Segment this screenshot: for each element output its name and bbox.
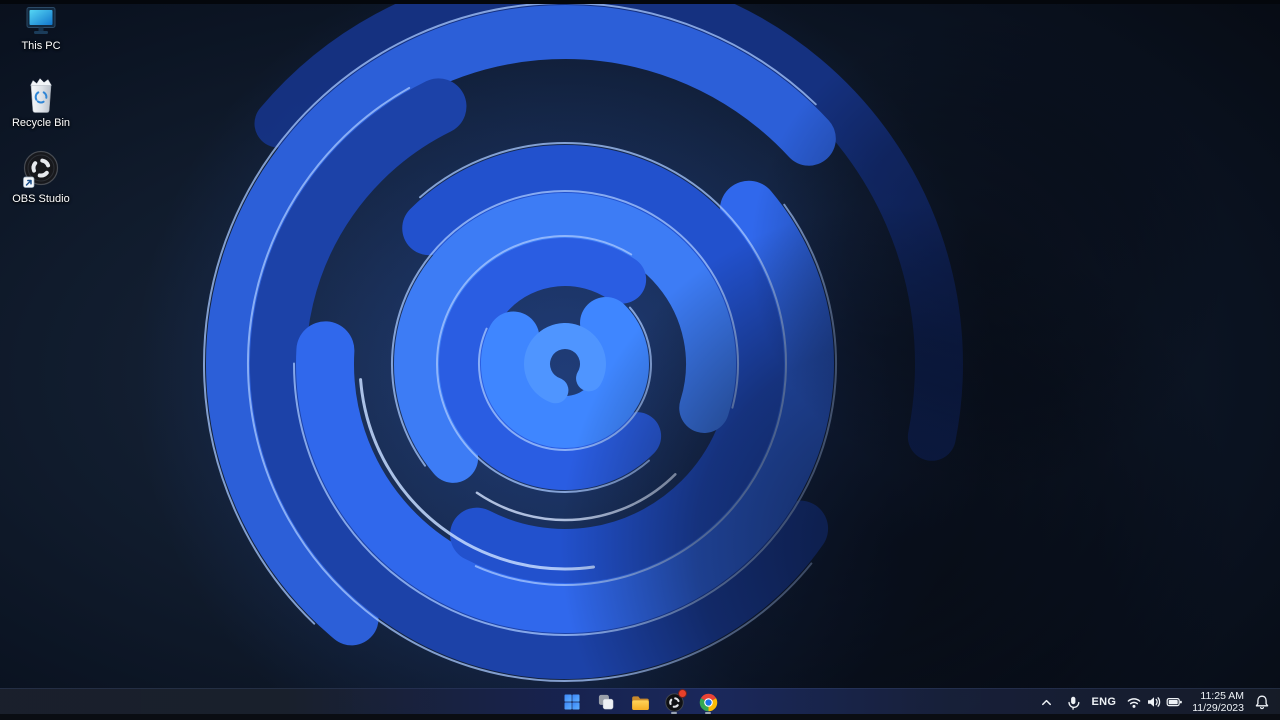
language-indicator[interactable]: ENG xyxy=(1090,690,1117,714)
wifi-icon xyxy=(1127,698,1141,708)
chevron-up-icon xyxy=(1042,699,1052,705)
microphone-tray-button[interactable] xyxy=(1064,690,1081,714)
obs-studio-icon xyxy=(21,149,61,190)
notification-bell-icon xyxy=(1255,695,1269,710)
desktop-screen: This PC Recycle Bin OBS Studio ENG 11:25… xyxy=(0,0,1280,720)
desktop-wallpaper xyxy=(0,4,1280,714)
taskbar: ENG 11:25 AM 11/29/2023 xyxy=(0,688,1280,714)
clock-time: 11:25 AM xyxy=(1200,690,1244,702)
network-volume-battery-group[interactable] xyxy=(1126,694,1183,710)
recording-badge xyxy=(678,689,687,698)
battery-icon xyxy=(1166,697,1183,707)
file-explorer-icon xyxy=(631,695,649,710)
clock-date: 11/29/2023 xyxy=(1192,702,1244,714)
chrome-taskbar-button[interactable] xyxy=(695,689,721,715)
microphone-icon xyxy=(1068,696,1080,710)
notification-center-button[interactable] xyxy=(1253,690,1271,714)
recycle-bin-icon xyxy=(23,74,59,114)
start-button[interactable] xyxy=(559,689,585,715)
file-explorer-button[interactable] xyxy=(627,689,653,715)
obs-studio-taskbar-button[interactable] xyxy=(661,689,687,715)
desktop-icon-label: OBS Studio xyxy=(12,193,70,205)
bloom-wallpaper-art xyxy=(0,4,1280,714)
start-icon xyxy=(564,694,580,710)
show-hidden-icons-button[interactable] xyxy=(1038,690,1055,714)
taskbar-clock[interactable]: 11:25 AM 11/29/2023 xyxy=(1192,690,1244,714)
letterbox-bottom xyxy=(0,714,1280,720)
this-pc-icon xyxy=(23,6,59,37)
desktop-icon-label: This PC xyxy=(21,40,61,52)
taskbar-center xyxy=(559,689,721,715)
task-view-icon xyxy=(598,694,614,710)
desktop-icon-label: Recycle Bin xyxy=(11,117,71,129)
desktop-icon-recycle-bin[interactable]: Recycle Bin xyxy=(4,74,78,129)
chrome-icon xyxy=(699,693,717,711)
volume-icon xyxy=(1148,697,1161,707)
desktop-icon-obs-studio[interactable]: OBS Studio xyxy=(4,149,78,205)
task-view-button[interactable] xyxy=(593,689,619,715)
system-tray: ENG 11:25 AM 11/29/2023 xyxy=(1038,689,1280,715)
desktop-icon-this-pc[interactable]: This PC xyxy=(4,6,78,52)
